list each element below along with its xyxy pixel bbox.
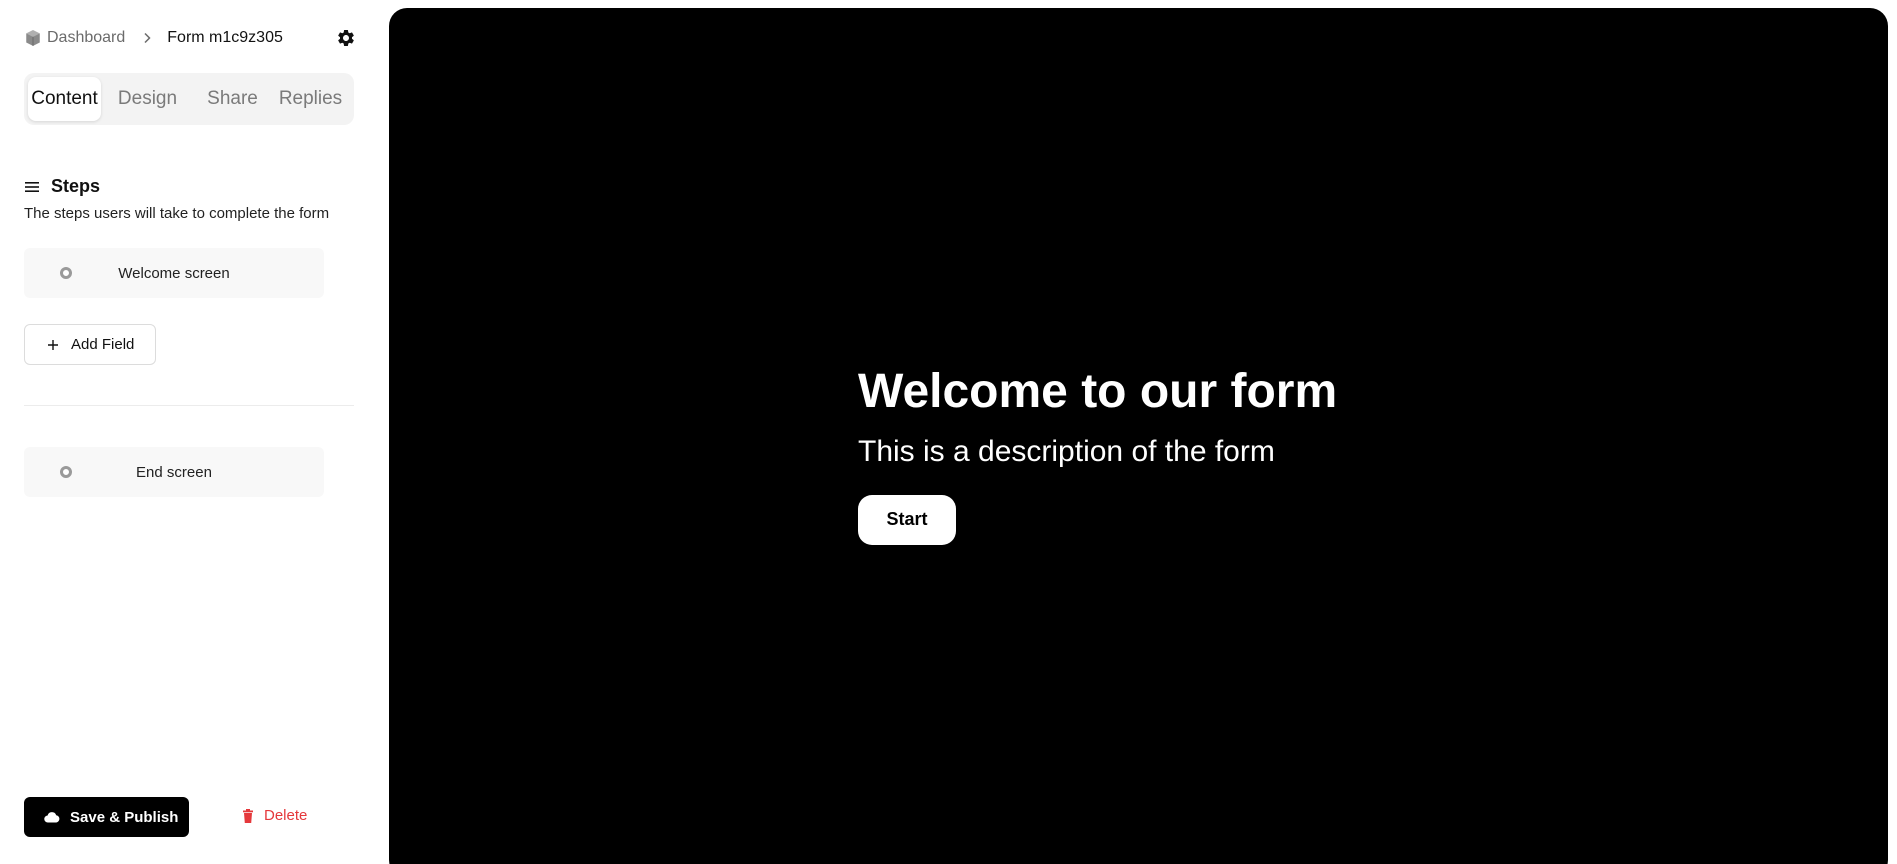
tab-bar: Content Design Share Replies — [24, 73, 354, 125]
app: Dashboard Form m1c9z305 Content Design S… — [0, 0, 1897, 864]
preview-title: Welcome to our form — [858, 365, 1338, 418]
welcome-screen-preview: Welcome to our form This is a descriptio… — [858, 363, 1337, 545]
save-publish-button[interactable]: Save & Publish — [24, 797, 189, 837]
trash-icon — [242, 808, 254, 823]
plus-icon — [47, 339, 59, 351]
breadcrumb-dashboard-link[interactable]: Dashboard — [24, 29, 125, 47]
step-end-label: End screen — [136, 463, 212, 481]
step-end-screen[interactable]: End screen — [24, 447, 324, 497]
preview-description: This is a description of the form — [858, 434, 1275, 468]
chevron-right-icon — [141, 32, 153, 44]
breadcrumb-current-form: Form m1c9z305 — [167, 29, 283, 46]
steps-header: Steps — [24, 176, 100, 197]
tab-design[interactable]: Design — [101, 77, 194, 121]
menu-icon — [24, 180, 40, 194]
form-preview: Welcome to our form This is a descriptio… — [389, 8, 1888, 864]
cube-icon — [24, 29, 42, 47]
tab-replies[interactable]: Replies — [271, 77, 350, 121]
divider — [24, 405, 354, 406]
breadcrumb-dashboard-label: Dashboard — [47, 29, 126, 46]
save-publish-label: Save & Publish — [70, 808, 179, 826]
add-field-button[interactable]: Add Field — [24, 324, 156, 365]
steps-description: The steps users will take to complete th… — [24, 205, 330, 222]
delete-label: Delete — [264, 807, 308, 824]
tab-share[interactable]: Share — [194, 77, 271, 121]
step-welcome-label: Welcome screen — [118, 264, 230, 282]
start-button[interactable]: Start — [858, 494, 956, 545]
steps-title: Steps — [51, 176, 101, 196]
sidebar: Dashboard Form m1c9z305 Content Design S… — [0, 0, 388, 864]
tab-content[interactable]: Content — [28, 77, 101, 121]
gear-icon[interactable] — [336, 28, 356, 48]
step-welcome-screen[interactable]: Welcome screen — [24, 248, 324, 298]
breadcrumb: Dashboard Form m1c9z305 — [24, 26, 356, 50]
add-field-label: Add Field — [71, 336, 135, 353]
delete-button[interactable]: Delete — [242, 807, 307, 824]
cloud-icon — [44, 811, 60, 823]
